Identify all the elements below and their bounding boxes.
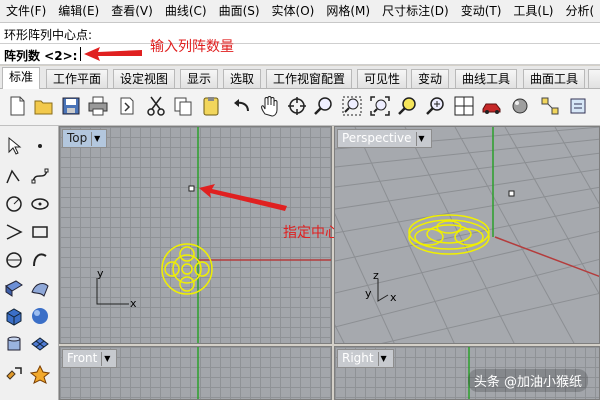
menu-view[interactable]: 查看(V) — [105, 0, 159, 22]
menu-curve[interactable]: 曲线(C) — [159, 0, 213, 22]
persp-x-axis-label: x — [390, 291, 397, 304]
arc-icon[interactable] — [2, 220, 26, 244]
menu-bar: 文件(F) 编辑(E) 查看(V) 曲线(C) 曲面(S) 实体(O) 网格(M… — [0, 0, 600, 23]
x-axis-label: x — [130, 297, 137, 310]
ellipse-icon[interactable] — [28, 192, 52, 216]
z-axis-label: z — [373, 269, 379, 282]
sphere-icon[interactable] — [28, 304, 52, 328]
tab-viewport-layout[interactable]: 工作视窗配置 — [266, 69, 353, 88]
cplane-axes-icon — [96, 278, 129, 305]
viewport-front-label[interactable]: Front ▼ — [62, 349, 118, 368]
zoom-selected-icon[interactable] — [395, 93, 421, 119]
surface-icon[interactable] — [2, 276, 26, 300]
pan-hand-icon[interactable] — [256, 93, 282, 119]
perspective-canvas — [335, 127, 599, 343]
chevron-down-icon[interactable]: ▼ — [415, 131, 427, 146]
annotation-arrow-center — [199, 184, 287, 211]
zoom-icon[interactable] — [311, 93, 337, 119]
viewport-top-title: Top — [67, 131, 88, 145]
zoom-window-icon[interactable] — [339, 93, 365, 119]
point-icon[interactable] — [28, 134, 52, 158]
material-sphere-icon[interactable] — [507, 93, 533, 119]
annotation-input-count: 输入列阵数量 — [150, 39, 234, 55]
menu-dimension[interactable]: 尺寸标注(D) — [376, 0, 455, 22]
chevron-down-icon[interactable]: ▼ — [91, 131, 102, 146]
select-arrow-icon[interactable] — [2, 134, 26, 158]
polyline-icon[interactable] — [2, 164, 26, 188]
viewport-right-label[interactable]: Right ▼ — [337, 349, 394, 368]
cylinder-icon[interactable] — [2, 332, 26, 356]
zoom-dynamic-icon[interactable] — [423, 93, 449, 119]
import-icon[interactable] — [114, 93, 140, 119]
menu-analyze[interactable]: 分析( — [559, 0, 600, 22]
watermark: 头条 @加油小猴纸 — [467, 369, 588, 392]
properties-icon[interactable] — [565, 93, 591, 119]
menu-surface[interactable]: 曲面(S) — [213, 0, 266, 22]
grid-snap-icon[interactable] — [537, 93, 563, 119]
tab-transform[interactable]: 变动 — [411, 69, 450, 88]
tab-overflow[interactable] — [588, 69, 600, 88]
viewport-perspective[interactable]: z x y Perspective ▼ — [334, 126, 600, 344]
command-history-text: 环形阵列中心点: — [4, 28, 93, 42]
torus-object-perspective[interactable] — [408, 214, 490, 255]
freeform-curve-icon[interactable] — [28, 248, 52, 272]
car-render-icon[interactable] — [479, 93, 505, 119]
tab-surface-tools[interactable]: 曲面工具 — [523, 69, 586, 88]
tab-select[interactable]: 选取 — [223, 69, 262, 88]
polygon-icon[interactable] — [2, 248, 26, 272]
mesh-icon[interactable] — [28, 332, 52, 356]
tab-display[interactable]: 显示 — [180, 69, 219, 88]
perspective-grid — [335, 127, 599, 343]
command-prompt-text: 阵列数 <2>: — [4, 49, 78, 63]
copy-icon[interactable] — [170, 93, 196, 119]
menu-edit[interactable]: 编辑(E) — [52, 0, 105, 22]
tab-visibility[interactable]: 可见性 — [357, 69, 408, 88]
four-viewports-icon[interactable] — [451, 93, 477, 119]
menu-mesh[interactable]: 网格(M) — [320, 0, 376, 22]
toolbar-tabs: 标准 工作平面 设定视图 显示 选取 工作视窗配置 可见性 变动 曲线工具 曲面… — [0, 66, 600, 89]
circle-icon[interactable] — [2, 192, 26, 216]
annotation-arrow-input — [84, 47, 142, 61]
box-icon[interactable] — [2, 304, 26, 328]
curve-icon[interactable] — [28, 164, 52, 188]
tab-curve-tools[interactable]: 曲线工具 — [455, 69, 518, 88]
zoom-extents-icon[interactable] — [367, 93, 393, 119]
new-file-icon[interactable] — [4, 93, 30, 119]
boolean-icon[interactable] — [28, 362, 52, 386]
viewport-right-title: Right — [342, 351, 374, 365]
standard-toolbar — [0, 89, 600, 126]
viewport-top-label[interactable]: Top ▼ — [62, 129, 108, 148]
rotate-view-icon[interactable] — [284, 93, 310, 119]
persp-center-point-marker[interactable] — [508, 190, 515, 197]
viewport-front[interactable]: Front ▼ — [59, 346, 332, 400]
transform-icon[interactable] — [2, 362, 26, 386]
y-axis-label: y — [97, 267, 104, 280]
torus-object-top[interactable] — [161, 243, 213, 295]
persp-y-axis-label: y — [365, 287, 372, 300]
menu-file[interactable]: 文件(F) — [0, 0, 52, 22]
viewport-front-title: Front — [67, 351, 98, 365]
tab-standard[interactable]: 标准 — [2, 67, 41, 89]
left-toolbox — [0, 126, 59, 400]
tab-cplanes[interactable]: 工作平面 — [46, 69, 109, 88]
paste-icon[interactable] — [198, 93, 224, 119]
viewport-perspective-label[interactable]: Perspective ▼ — [337, 129, 432, 148]
rectangle-icon[interactable] — [28, 220, 52, 244]
center-point-marker[interactable] — [188, 185, 195, 192]
tab-setview[interactable]: 设定视图 — [113, 69, 176, 88]
cut-icon[interactable] — [143, 93, 169, 119]
menu-transform[interactable]: 变动(T) — [455, 0, 508, 22]
menu-tools[interactable]: 工具(L) — [507, 0, 559, 22]
patch-icon[interactable] — [28, 276, 52, 300]
menu-solid[interactable]: 实体(O) — [266, 0, 321, 22]
viewport-perspective-title: Perspective — [342, 131, 412, 145]
save-icon[interactable] — [58, 93, 84, 119]
print-icon[interactable] — [85, 93, 111, 119]
chevron-down-icon[interactable]: ▼ — [377, 351, 389, 366]
undo-icon[interactable] — [228, 93, 254, 119]
chevron-down-icon[interactable]: ▼ — [101, 351, 112, 366]
open-folder-icon[interactable] — [31, 93, 57, 119]
